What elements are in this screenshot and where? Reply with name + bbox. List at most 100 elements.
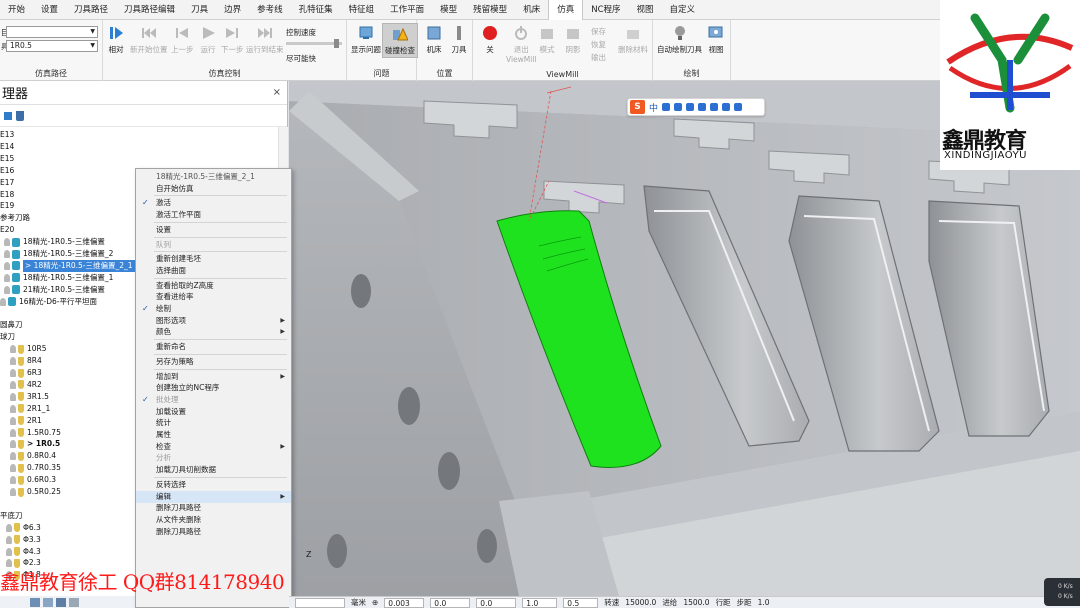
tree-item[interactable]: 球刀: [0, 331, 15, 343]
ime-logo[interactable]: S: [630, 100, 645, 114]
context-menu-item[interactable]: 反转选择: [136, 479, 291, 491]
bulb-icon[interactable]: [10, 345, 16, 354]
bulb-icon[interactable]: [6, 535, 12, 544]
run-button[interactable]: 运行: [199, 24, 217, 55]
bulb-icon[interactable]: [10, 464, 16, 473]
context-menu-item[interactable]: 绘制 ✓: [136, 303, 291, 315]
bulb-icon[interactable]: [6, 547, 12, 556]
collision-check-button[interactable]: 碰撞检查: [382, 23, 418, 58]
toolpath-item[interactable]: > 18精光-1R0.5-三维偏置_2_1: [4, 259, 135, 272]
bulb-icon[interactable]: [10, 369, 16, 377]
wireframe-icon[interactable]: [43, 597, 53, 607]
bulb-icon[interactable]: [4, 273, 10, 282]
axial-thickness-field[interactable]: 0.0: [476, 597, 517, 608]
bulb-icon[interactable]: [4, 238, 10, 247]
menu-tab[interactable]: 设置: [33, 0, 66, 20]
tool-item[interactable]: 4R2: [4, 379, 42, 391]
tool-item[interactable]: 6R3: [4, 367, 42, 379]
relative-button[interactable]: 相对: [107, 24, 125, 55]
stepdown-field[interactable]: 0.5: [563, 597, 599, 608]
toolpath-item[interactable]: 21精光-1R0.5-三维偏置: [4, 284, 105, 296]
machine-button[interactable]: 机床: [425, 24, 443, 55]
menu-tab[interactable]: 工作平面: [382, 0, 432, 20]
tool-item[interactable]: > 1R0.5: [4, 438, 60, 450]
menu-tab[interactable]: 刀具路径: [66, 0, 116, 20]
menu-tab[interactable]: 刀具路径编辑: [116, 0, 183, 20]
tool-item[interactable]: 8R4: [4, 355, 42, 367]
bulb-icon[interactable]: [10, 488, 16, 496]
tool-item[interactable]: 3R1.5: [4, 391, 49, 403]
tool-item[interactable]: 0.8R0.4: [4, 450, 56, 462]
context-menu-item[interactable]: 激活 ✓: [136, 197, 291, 209]
show-issues-button[interactable]: 显示问题: [351, 24, 381, 55]
tool-button[interactable]: 刀具: [450, 24, 468, 55]
context-menu-item[interactable]: 重新创建毛坯: [136, 253, 291, 265]
workplane-field[interactable]: [295, 597, 345, 608]
image-icon[interactable]: [56, 597, 66, 607]
tree-item[interactable]: E13: [0, 129, 14, 141]
exit-viewmill-button[interactable]: 退出 ViewMill: [506, 24, 537, 64]
context-menu-item[interactable]: 分析: [136, 452, 291, 464]
bulb-icon[interactable]: [0, 297, 6, 306]
tool-item[interactable]: 0.7R0.35: [4, 462, 61, 474]
tree-item[interactable]: 平底刀: [0, 510, 23, 522]
context-menu-item[interactable]: 重新命名: [136, 341, 291, 353]
context-menu-item[interactable]: 删除刀具路径: [136, 526, 291, 538]
menu-tab[interactable]: 边界: [216, 0, 249, 20]
shading-mode-icon[interactable]: [30, 597, 40, 607]
context-menu-item[interactable]: 选择曲面: [136, 265, 291, 277]
tree-item[interactable]: 参考刀路: [0, 212, 30, 224]
tool-item[interactable]: 0.5R0.25: [4, 486, 61, 498]
auto-draw-tool-button[interactable]: 自动绘制刀具: [657, 24, 702, 55]
menu-tab[interactable]: 参考线: [249, 0, 291, 20]
tool-item[interactable]: 2R1_1: [4, 403, 50, 415]
context-menu-item[interactable]: 另存为策略: [136, 356, 291, 368]
save-label[interactable]: 保存: [591, 26, 606, 37]
toolpath-item[interactable]: 16精光-D6-平行平坦面: [0, 296, 97, 308]
trash-icon[interactable]: [16, 110, 24, 121]
context-menu-item[interactable]: 查看进给率: [136, 291, 291, 303]
context-menu-item[interactable]: 查看拾取的Z高度: [136, 280, 291, 292]
context-menu-item[interactable]: 编辑 ▶: [136, 490, 291, 503]
close-icon[interactable]: ×: [273, 87, 281, 98]
stepover-field[interactable]: 1.0: [522, 597, 558, 608]
tree-item[interactable]: E20: [0, 224, 14, 236]
menu-tab[interactable]: 视图: [629, 0, 662, 20]
menu-tab[interactable]: 机床: [515, 0, 548, 20]
menu-tab[interactable]: 模型: [432, 0, 465, 20]
context-menu-item[interactable]: 图形选项 ▶: [136, 315, 291, 327]
context-menu-item[interactable]: 颜色 ▶: [136, 326, 291, 338]
tree-item[interactable]: E19: [0, 200, 14, 212]
next-step-button[interactable]: 下一步: [221, 24, 244, 55]
ime-toolbar[interactable]: S 中: [627, 98, 765, 116]
tree-item[interactable]: E16: [0, 165, 14, 177]
menu-icon[interactable]: [69, 597, 79, 607]
context-menu-item[interactable]: 队列: [136, 239, 291, 251]
bulb-icon[interactable]: [4, 250, 10, 258]
bulb-icon[interactable]: [10, 357, 16, 366]
tree-item[interactable]: E17: [0, 177, 14, 189]
tree-item[interactable]: 圆鼻刀: [0, 319, 23, 331]
menu-tab[interactable]: 特征组: [341, 0, 383, 20]
viewmill-off-button[interactable]: 关: [481, 24, 499, 55]
punctuation-icon[interactable]: [662, 103, 671, 111]
sim-path-combo[interactable]: ▼: [6, 26, 98, 38]
menu-tab[interactable]: 仿真: [548, 0, 584, 20]
context-menu-item[interactable]: 创建独立的NC程序: [136, 382, 291, 394]
menu-tab[interactable]: NC程序: [583, 0, 628, 20]
bulb-icon[interactable]: [10, 416, 16, 425]
menu-tab[interactable]: 残留模型: [465, 0, 515, 20]
context-menu-item[interactable]: 加载设置: [136, 406, 291, 418]
grid-icon[interactable]: [734, 103, 743, 111]
tool-item[interactable]: Φ3.3: [0, 534, 41, 546]
toolpath-item[interactable]: 18精光-1R0.5-三维偏置_1: [4, 272, 113, 284]
menu-tab[interactable]: 孔特征集: [291, 0, 341, 20]
tree-item[interactable]: E15: [0, 153, 14, 165]
bulb-icon[interactable]: [10, 440, 16, 449]
toolpath-item[interactable]: 18精光-1R0.5-三维偏置_2: [4, 248, 113, 260]
remove-material-button[interactable]: 删除材料: [618, 24, 648, 55]
context-menu-item[interactable]: 属性: [136, 429, 291, 441]
bulb-icon[interactable]: [10, 452, 16, 461]
context-menu-item[interactable]: 统计: [136, 417, 291, 429]
context-menu-item[interactable]: 从文件夹删除: [136, 514, 291, 526]
